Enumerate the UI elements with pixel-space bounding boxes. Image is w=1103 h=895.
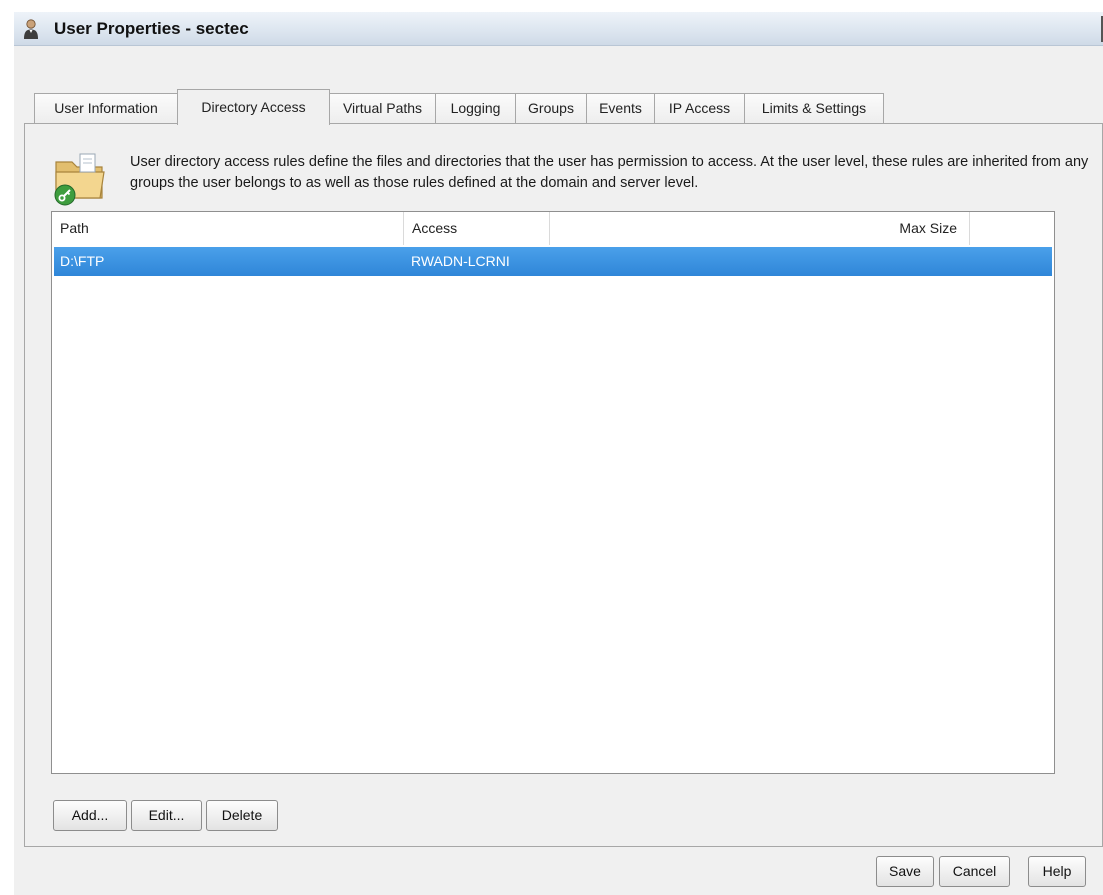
tab-user-information[interactable]: User Information — [34, 93, 178, 124]
row-path: D:\FTP — [60, 253, 105, 269]
edit-button[interactable]: Edit... — [131, 800, 202, 831]
access-rules-list[interactable]: Path Access Max Size D:\FTP RWADN-LCRNI — [51, 211, 1055, 774]
table-row[interactable]: D:\FTP RWADN-LCRNI — [54, 247, 1052, 276]
column-header-access[interactable]: Access — [404, 212, 550, 245]
tab-groups[interactable]: Groups — [515, 93, 587, 124]
add-button[interactable]: Add... — [53, 800, 127, 831]
tab-directory-access[interactable]: Directory Access — [177, 89, 330, 125]
save-button[interactable]: Save — [876, 856, 934, 887]
user-properties-window: User Properties - sectec User Informatio… — [14, 12, 1103, 895]
tab-events[interactable]: Events — [586, 93, 655, 124]
info-description: User directory access rules define the f… — [130, 154, 1089, 191]
list-header: Path Access Max Size — [52, 212, 1054, 245]
directory-access-panel: User directory access rules define the f… — [24, 123, 1103, 847]
delete-button[interactable]: Delete — [206, 800, 278, 831]
title-bar: User Properties - sectec — [14, 12, 1103, 46]
row-access: RWADN-LCRNI — [411, 253, 510, 269]
column-header-max-size[interactable]: Max Size — [550, 212, 970, 245]
tab-limits-settings[interactable]: Limits & Settings — [744, 93, 884, 124]
cancel-button[interactable]: Cancel — [939, 856, 1010, 887]
help-button[interactable]: Help — [1028, 856, 1086, 887]
column-header-path[interactable]: Path — [52, 212, 404, 245]
tab-virtual-paths[interactable]: Virtual Paths — [329, 93, 436, 124]
tab-logging[interactable]: Logging — [435, 93, 516, 124]
folder-key-icon — [54, 153, 105, 206]
user-icon — [24, 19, 38, 39]
tab-ip-access[interactable]: IP Access — [654, 93, 745, 124]
window-title: User Properties - sectec — [54, 19, 249, 38]
